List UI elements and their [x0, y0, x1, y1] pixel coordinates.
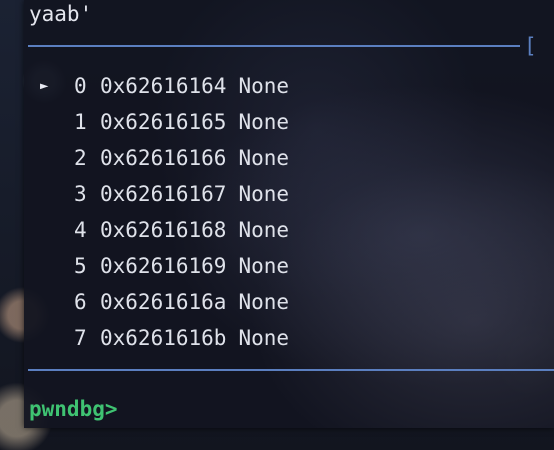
frame-symbol: None — [238, 110, 290, 134]
frame-address: 0x62616165 — [100, 110, 227, 134]
frame-address: 0x62616164 — [100, 74, 227, 98]
frame-address: 0x62616168 — [100, 218, 227, 242]
backtrace-row: 5 0x62616169 None — [40, 252, 289, 288]
frame-index: 4 — [74, 218, 87, 242]
backtrace-row: 7 0x6261616b None — [40, 324, 289, 360]
marker-spacer — [40, 288, 74, 324]
frame-index: 7 — [74, 326, 87, 350]
frame-address: 0x62616167 — [100, 182, 227, 206]
frame-symbol: None — [238, 146, 290, 170]
frame-symbol: None — [238, 254, 290, 278]
backtrace-row: 2 0x62616166 None — [40, 144, 289, 180]
frame-index: 5 — [74, 254, 87, 278]
backtrace-list: ► 0 0x62616164 None 1 0x62616165 None 2 … — [40, 72, 289, 360]
current-frame-arrow-icon: ► — [40, 78, 49, 94]
section-separator-top — [28, 45, 520, 47]
frame-address: 0x6261616b — [100, 326, 227, 350]
frame-index: 0 — [74, 74, 87, 98]
desktop-background: yaab' [ ► 0 0x62616164 None 1 0x62616165… — [0, 0, 554, 450]
frame-index: 1 — [74, 110, 87, 134]
marker-spacer — [40, 144, 74, 180]
section-separator-bottom — [28, 369, 554, 371]
frame-symbol: None — [238, 326, 290, 350]
frame-index: 2 — [74, 146, 87, 170]
frame-address: 0x62616169 — [100, 254, 227, 278]
command-prompt[interactable]: pwndbg> — [29, 395, 118, 423]
frame-symbol: None — [238, 290, 290, 314]
backtrace-row: 6 0x6261616a None — [40, 288, 289, 324]
previous-output-line: yaab' — [29, 2, 93, 26]
frame-address: 0x6261616a — [100, 290, 227, 314]
backtrace-row: 4 0x62616168 None — [40, 216, 289, 252]
frame-symbol: None — [238, 74, 290, 98]
marker-spacer — [40, 216, 74, 252]
marker-spacer — [40, 252, 74, 288]
frame-index: 3 — [74, 182, 87, 206]
terminal-window[interactable]: yaab' [ ► 0 0x62616164 None 1 0x62616165… — [24, 0, 554, 428]
frame-symbol: None — [238, 182, 290, 206]
frame-address: 0x62616166 — [100, 146, 227, 170]
marker-spacer — [40, 180, 74, 216]
marker-spacer — [40, 108, 74, 144]
section-header-bracket: [ — [524, 34, 537, 58]
marker-spacer — [40, 324, 74, 360]
frame-index: 6 — [74, 290, 87, 314]
backtrace-row: 3 0x62616167 None — [40, 180, 289, 216]
backtrace-row: ► 0 0x62616164 None — [40, 72, 289, 108]
frame-symbol: None — [238, 218, 290, 242]
backtrace-row: 1 0x62616165 None — [40, 108, 289, 144]
